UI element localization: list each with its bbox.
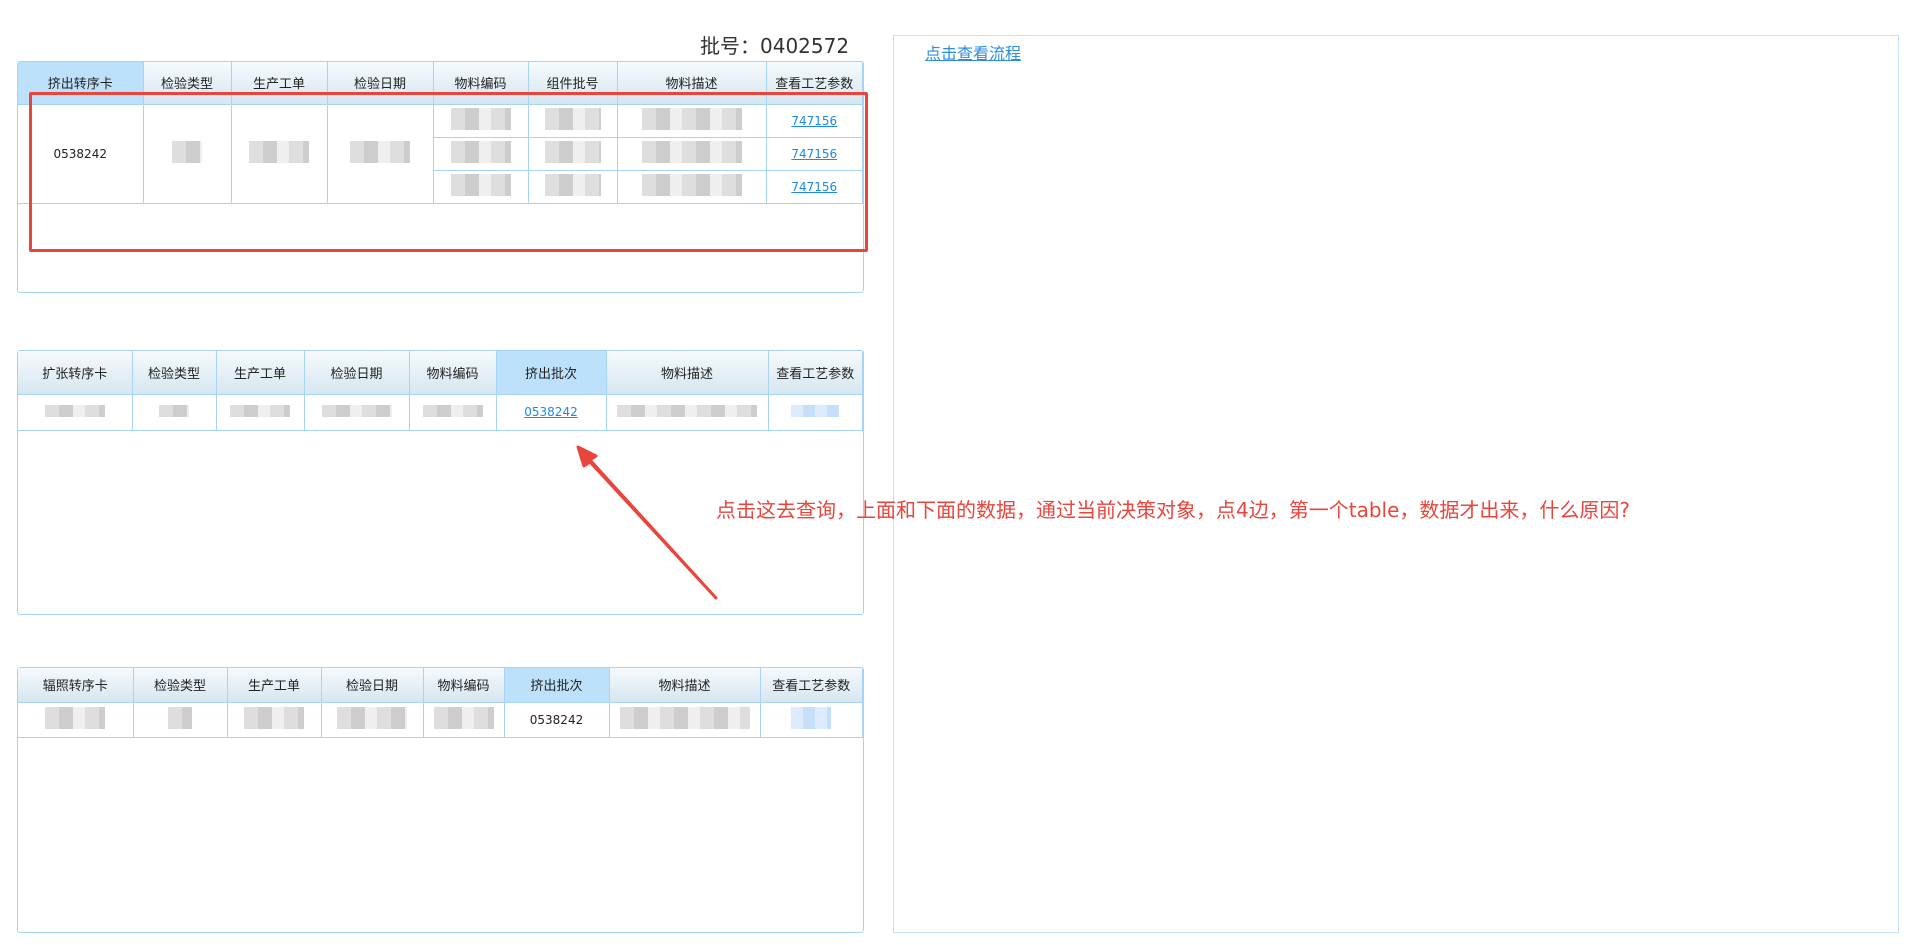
arrow-icon [576,445,718,600]
annotation-text: 点击这去查询，上面和下面的数据，通过当前决策对象，点4边，第一个table，数据… [716,498,1630,522]
